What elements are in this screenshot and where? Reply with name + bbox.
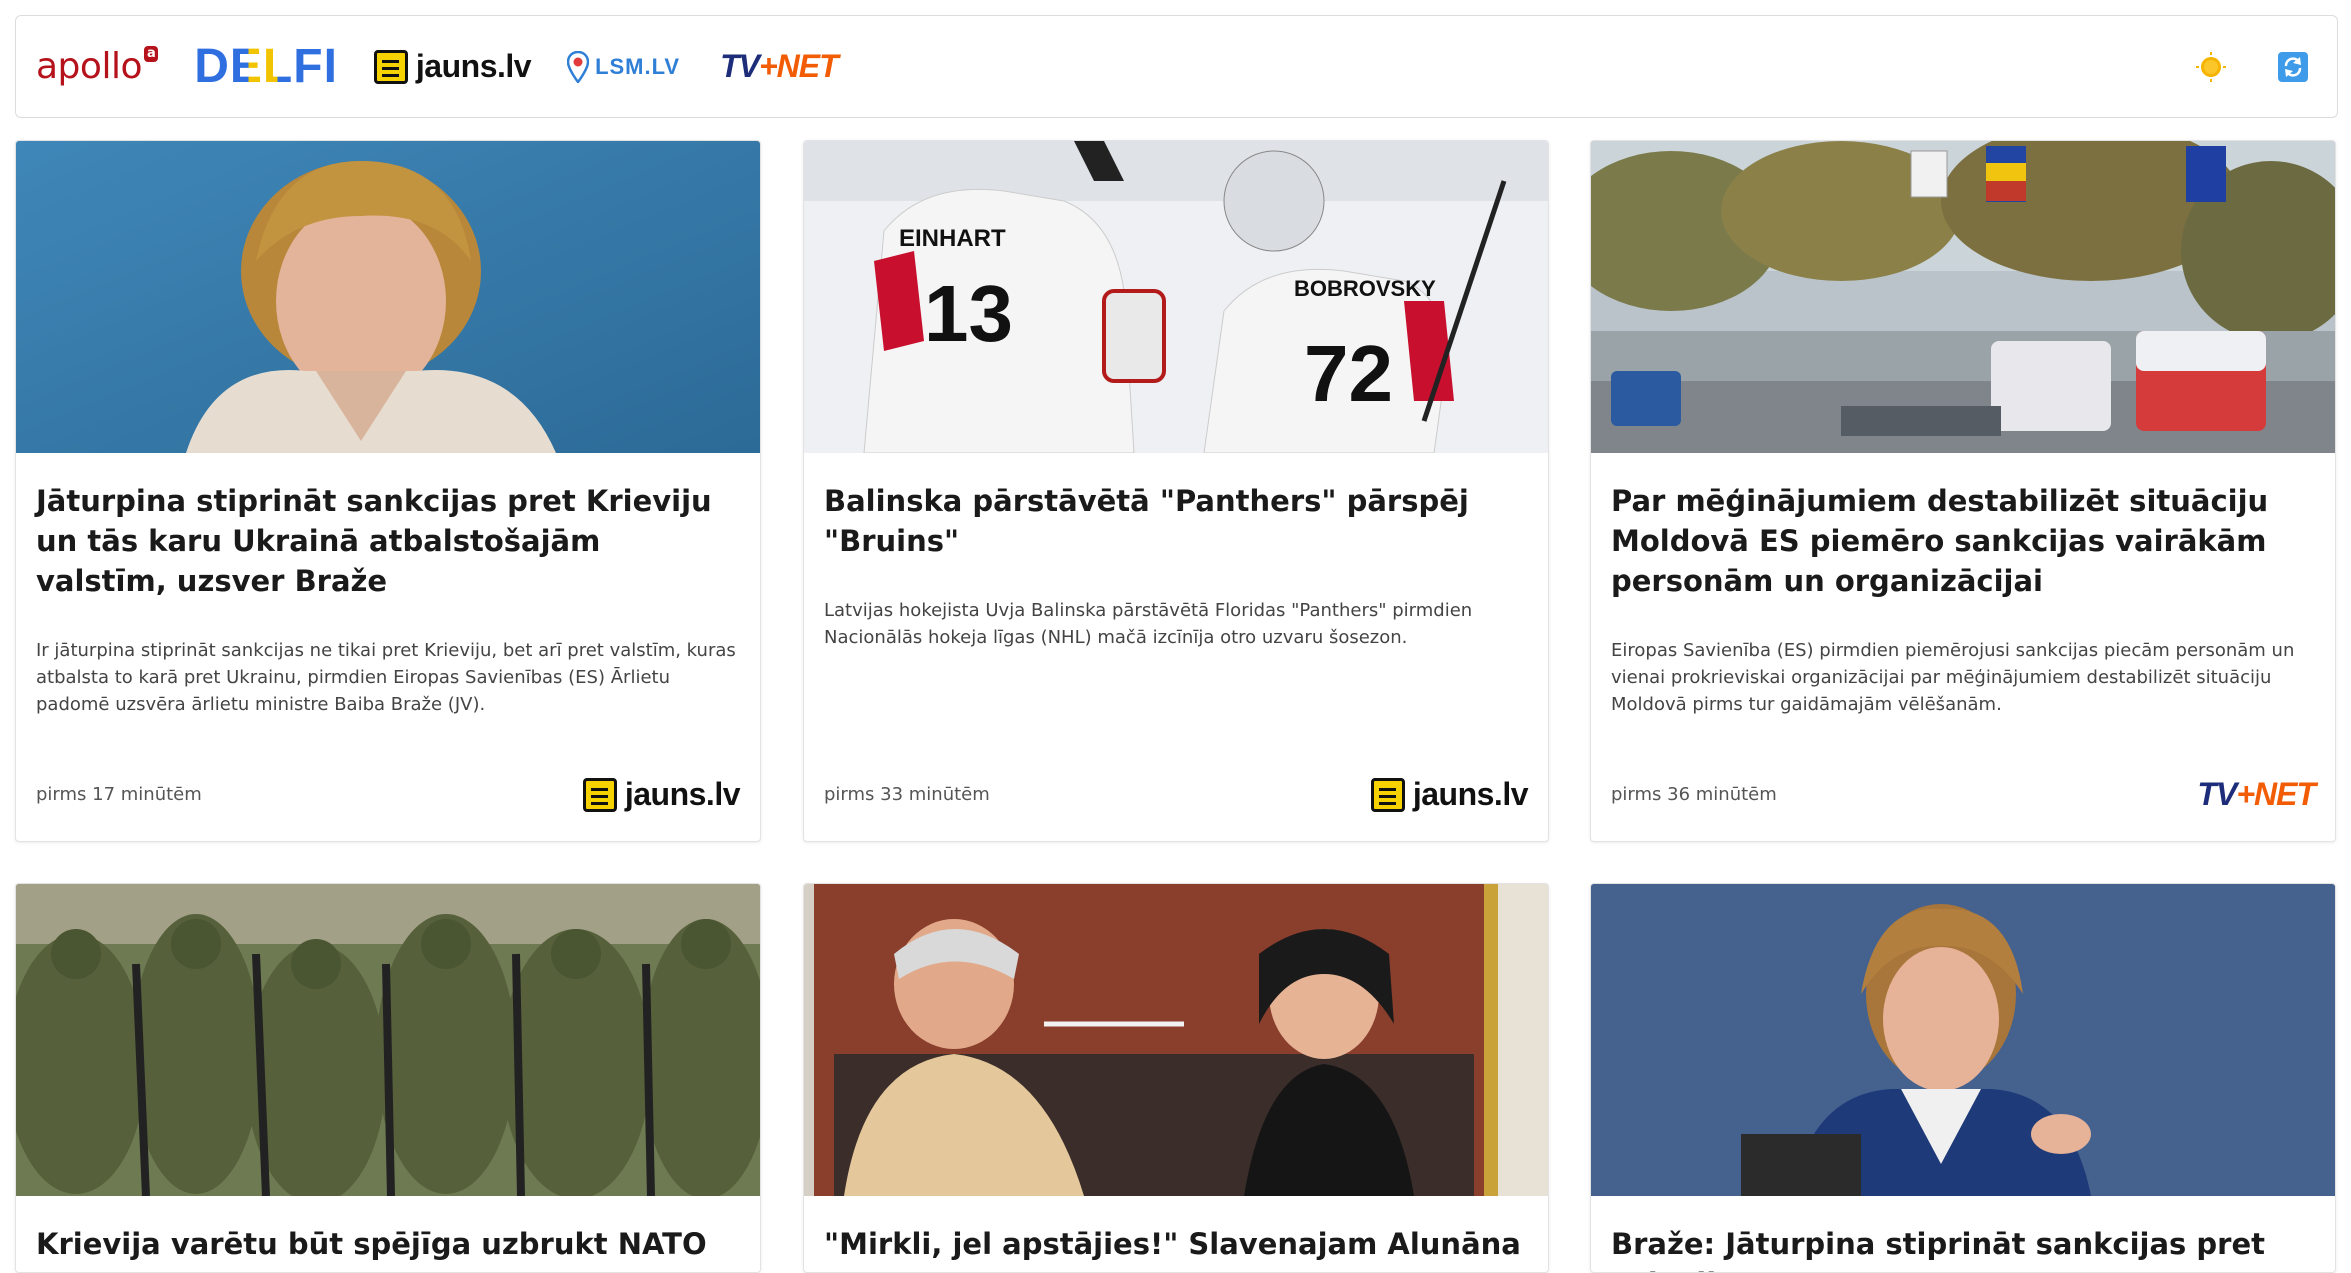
article-title[interactable]: Krievija varētu būt spējīga uzbrukt NATO… bbox=[36, 1224, 740, 1272]
article-time: pirms 17 minūtēm bbox=[36, 784, 202, 805]
tvnet-logo-net: NET bbox=[776, 48, 839, 84]
article-source-jauns[interactable]: jauns.lv bbox=[1370, 776, 1529, 813]
article-description: Eiropas Savienība (ES) pirmdien piemēroj… bbox=[1611, 640, 2295, 715]
article-image bbox=[1591, 884, 2335, 1196]
article-title[interactable]: Braže: Jāturpina stiprināt sankcijas pre… bbox=[1611, 1224, 2315, 1272]
jauns-logo-text: jauns.lv bbox=[415, 48, 532, 84]
article-card[interactable]: 13 EINHART 72 BOBROVSKY Balinska pārstāv… bbox=[803, 140, 1549, 842]
article-card[interactable]: Par mēģinājumiem destabilizēt situāciju … bbox=[1590, 140, 2336, 842]
lsm-logo-text: LSM.LV bbox=[595, 53, 681, 79]
refresh-button[interactable] bbox=[2277, 51, 2309, 83]
jauns-logo-icon bbox=[373, 49, 408, 84]
source-tvnet[interactable]: TV + NET bbox=[720, 48, 839, 85]
tvnet-logo-tv: TV bbox=[720, 48, 760, 84]
tvnet-logo-tv: TV bbox=[2197, 776, 2237, 812]
article-card[interactable]: Braže: Jāturpina stiprināt sankcijas pre… bbox=[1590, 883, 2336, 1273]
svg-text:13: 13 bbox=[924, 269, 1013, 358]
source-navbar: apollo a DELFI jauns.lv LSM.LV TV + NET bbox=[15, 15, 2338, 118]
article-image bbox=[804, 884, 1548, 1196]
article-image: 13 EINHART 72 BOBROVSKY bbox=[804, 141, 1548, 453]
article-title[interactable]: Par mēģinājumiem destabilizēt situāciju … bbox=[1611, 481, 2315, 601]
source-jauns[interactable]: jauns.lv bbox=[373, 48, 532, 85]
refresh-icon bbox=[2278, 51, 2308, 82]
article-source-jauns[interactable]: jauns.lv bbox=[582, 776, 741, 813]
article-source-label: jauns.lv bbox=[1412, 776, 1529, 812]
article-time: pirms 36 minūtēm bbox=[1611, 784, 1777, 805]
article-title[interactable]: Balinska pārstāvētā "Panthers" pārspēj "… bbox=[824, 481, 1528, 561]
article-description: Latvijas hokejista Uvja Balinska pārstāv… bbox=[824, 600, 1473, 648]
article-card[interactable]: Jāturpina stiprināt sankcijas pret Kriev… bbox=[15, 140, 761, 842]
article-card[interactable]: Krievija varētu būt spējīga uzbrukt NATO… bbox=[15, 883, 761, 1273]
jauns-logo-icon bbox=[1370, 777, 1405, 812]
article-image bbox=[16, 141, 760, 453]
tvnet-logo-plus: + bbox=[2236, 776, 2255, 812]
article-source-tvnet[interactable]: TV + NET bbox=[2197, 776, 2316, 813]
header-actions bbox=[2195, 51, 2317, 83]
apollo-logo-mark: a bbox=[143, 45, 159, 62]
source-delfi[interactable]: DELFI bbox=[194, 39, 338, 94]
delfi-logo-text: DELFI bbox=[194, 40, 338, 93]
jauns-logo-icon bbox=[582, 777, 617, 812]
tvnet-logo-net: NET bbox=[2254, 776, 2316, 812]
article-source-label: jauns.lv bbox=[624, 776, 741, 812]
theme-toggle-button[interactable] bbox=[2195, 51, 2227, 83]
source-logos: apollo a DELFI jauns.lv LSM.LV TV + NET bbox=[36, 39, 839, 94]
article-time: pirms 33 minūtēm bbox=[824, 784, 990, 805]
source-lsm[interactable]: LSM.LV bbox=[567, 50, 681, 83]
article-description: Ir jāturpina stiprināt sankcijas ne tika… bbox=[36, 640, 736, 715]
article-image bbox=[16, 884, 760, 1196]
location-pin-icon bbox=[567, 50, 590, 83]
jersey-name-right: BOBROVSKY bbox=[1294, 276, 1436, 301]
sun-icon bbox=[2196, 51, 2226, 82]
article-image bbox=[1591, 141, 2335, 453]
article-title[interactable]: Jāturpina stiprināt sankcijas pret Kriev… bbox=[36, 481, 740, 601]
svg-text:72: 72 bbox=[1304, 329, 1393, 418]
jersey-name-left: EINHART bbox=[899, 225, 1006, 252]
source-apollo[interactable]: apollo a bbox=[36, 45, 159, 87]
article-title[interactable]: "Mirkli, jel apstājies!" Slavenajam Alun… bbox=[824, 1224, 1528, 1264]
article-card[interactable]: "Mirkli, jel apstājies!" Slavenajam Alun… bbox=[803, 883, 1549, 1273]
tvnet-logo-plus: + bbox=[758, 48, 778, 84]
apollo-logo-text: apollo bbox=[36, 46, 142, 87]
